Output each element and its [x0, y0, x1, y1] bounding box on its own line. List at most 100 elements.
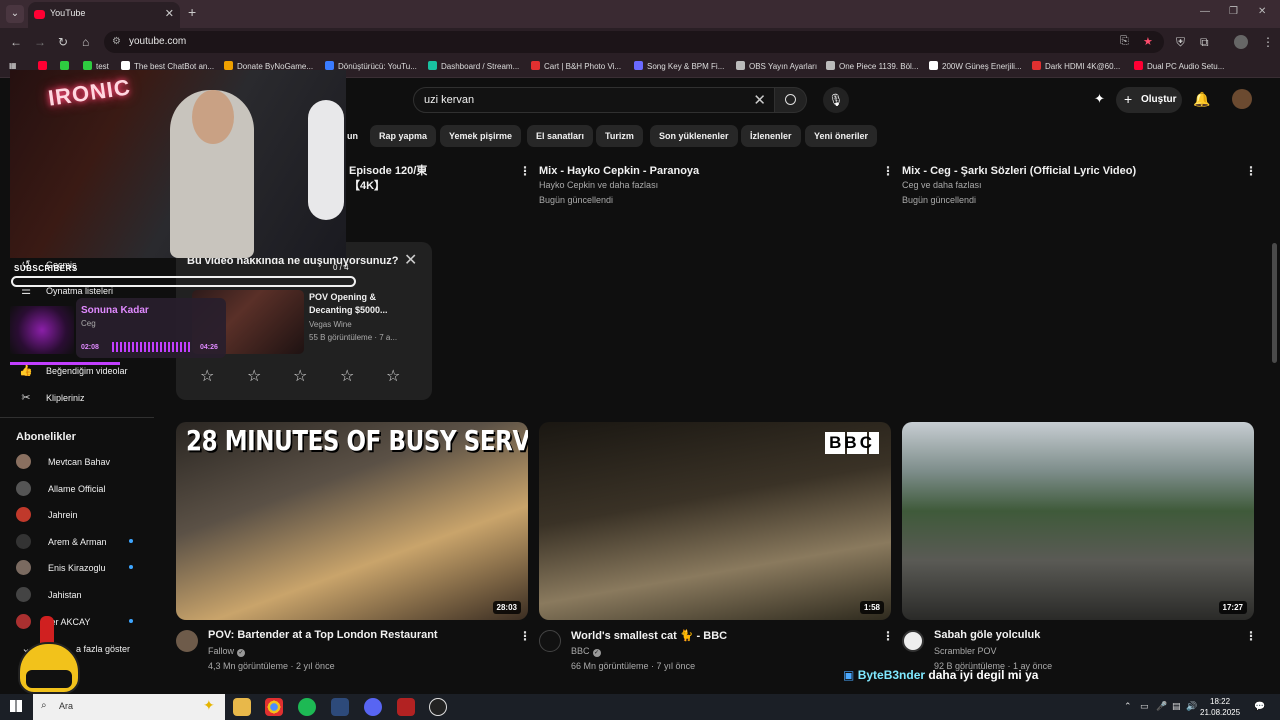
bookmark-label: Cart | B&H Photo Vi... [544, 62, 622, 71]
home-icon[interactable]: ⌂ [82, 35, 89, 49]
clear-search-icon[interactable]: ✕ [753, 91, 766, 109]
bookmark-item[interactable]: 200W Güneş Enerjili... [929, 61, 1022, 71]
spotify-icon[interactable] [298, 698, 316, 716]
voicemeeter-icon[interactable] [397, 698, 415, 716]
tray-icon[interactable]: ▭ [1140, 701, 1149, 712]
search-input[interactable]: uzi kervan [424, 94, 474, 106]
notifications-bell-icon[interactable]: 🔔 [1193, 91, 1210, 108]
network-icon[interactable]: ▤ [1172, 701, 1181, 712]
browser-menu-icon[interactable]: ⋮ [1262, 35, 1274, 49]
extension-shield-icon[interactable]: ⛨ [1176, 35, 1185, 50]
close-survey-icon[interactable]: ✕ [404, 250, 417, 270]
subscription-item[interactable]: Jahistan [16, 587, 82, 602]
subscription-item[interactable]: Enis Kirazoglu [16, 560, 106, 576]
survey-video-title[interactable]: POV Opening & Decanting $5000... [309, 291, 419, 317]
search-button[interactable] [775, 87, 807, 113]
search-box[interactable]: uzi kervan ✕ [413, 87, 775, 113]
sidebar-item-liked[interactable]: 👍 Beğendiğim videolar [18, 364, 127, 377]
create-button[interactable]: + Oluştur [1116, 87, 1182, 113]
forward-icon[interactable]: → [34, 35, 46, 49]
bookmark-item[interactable]: Dark HDMI 4K@60... [1032, 61, 1120, 71]
site-info-icon[interactable]: ⚙ [112, 36, 121, 47]
browser-tab[interactable]: YouTube ✕ [28, 2, 180, 28]
close-window-icon[interactable]: ✕ [1258, 6, 1266, 17]
rating-star-4-icon[interactable]: ☆ [340, 366, 354, 386]
knight-mascot [14, 616, 84, 696]
bookmark-item[interactable]: Cart | B&H Photo Vi... [531, 61, 621, 71]
more-options-icon[interactable]: ⋮ [519, 164, 531, 178]
channel-avatar[interactable] [539, 630, 561, 652]
app-icon[interactable] [331, 698, 349, 716]
voice-search-icon[interactable]: 🎙 [823, 87, 849, 113]
video-thumbnail[interactable]: 17:27 [902, 422, 1254, 620]
rating-star-3-icon[interactable]: ☆ [293, 366, 307, 386]
extensions-puzzle-icon[interactable]: ⧉ [1200, 35, 1209, 50]
file-explorer-icon[interactable] [233, 698, 251, 716]
video-channel[interactable]: Fallow ✓ [208, 646, 246, 657]
filter-chip[interactable]: Yemek pişirme [440, 125, 522, 147]
discord-icon[interactable] [364, 698, 382, 716]
more-options-icon[interactable]: ⋮ [882, 629, 894, 643]
filter-chip[interactable]: Yeni öneriler [805, 125, 878, 147]
video-channel[interactable]: Scrambler POV [934, 646, 997, 656]
video-channel[interactable]: BBC ✓ [571, 646, 601, 657]
restore-icon[interactable]: ❐ [1229, 6, 1238, 17]
install-app-icon[interactable]: ⎘ [1120, 35, 1129, 48]
apps-grid-icon[interactable]: ▦ [9, 61, 17, 70]
ai-sparkle-icon[interactable]: ✦ [1094, 91, 1105, 107]
volume-icon[interactable]: 🔊 [1186, 701, 1197, 712]
bookmark-item[interactable]: Dashboard / Stream... [428, 61, 519, 71]
filter-chip[interactable]: El sanatları [527, 125, 594, 147]
subscription-item[interactable]: Jahrein [16, 507, 78, 523]
top-video-title-3[interactable]: Mix - Ceg - Şarkı Sözleri (Official Lyri… [902, 164, 1136, 179]
channel-avatar[interactable] [902, 630, 924, 652]
video-title[interactable]: POV: Bartender at a Top London Restauran… [208, 629, 438, 641]
new-tab-icon[interactable]: + [188, 4, 196, 20]
filter-chip[interactable]: Turizm [596, 125, 643, 147]
notifications-icon[interactable]: 💬 [1254, 701, 1265, 712]
subscription-item[interactable]: Allame Official [16, 480, 105, 496]
video-title[interactable]: Sabah göle yolculuk [934, 629, 1040, 641]
filter-chip[interactable]: İzlenenler [741, 125, 801, 147]
obs-icon[interactable] [429, 698, 447, 716]
bookmark-item[interactable]: OBS Yayın Ayarları [736, 61, 817, 71]
video-title[interactable]: World's smallest cat 🐈 - BBC [571, 629, 727, 642]
top-video-title-1[interactable]: Episode 120/東 【4K】 [349, 164, 427, 194]
bookmark-item[interactable]: Song Key & BPM Fi... [634, 61, 724, 71]
address-bar[interactable]: ⚙ youtube.com ⎘ ★ [104, 31, 1164, 53]
bookmark-star-icon[interactable]: ★ [1143, 35, 1153, 48]
windows-start-icon[interactable] [10, 700, 22, 712]
more-options-icon[interactable]: ⋮ [1245, 164, 1257, 178]
filter-chip[interactable]: Rap yapma [370, 125, 437, 147]
more-options-icon[interactable]: ⋮ [1245, 629, 1257, 643]
more-options-icon[interactable]: ⋮ [519, 629, 531, 643]
subscription-item[interactable]: Mevtcan Bahav [16, 454, 110, 469]
reload-icon[interactable]: ↻ [58, 35, 68, 49]
subscription-item[interactable]: Arem & Arman [16, 533, 107, 549]
taskbar-search[interactable]: ⌕ Ara ✦ [33, 694, 225, 720]
tab-search-icon[interactable]: ⌄ [6, 5, 24, 23]
top-video-title-2[interactable]: Mix - Hayko Cepkin - Paranoya [539, 164, 699, 179]
taskbar-clock[interactable]: 18:22 21.08.2025 [1200, 696, 1240, 718]
video-thumbnail[interactable]: BBC 1:58 [539, 422, 891, 620]
bookmark-label: Dual PC Audio Setu... [1147, 62, 1225, 71]
back-icon[interactable]: ← [10, 35, 22, 49]
rating-star-1-icon[interactable]: ☆ [200, 366, 214, 386]
bookmark-item[interactable]: Dual PC Audio Setu... [1134, 61, 1224, 71]
account-avatar[interactable] [1232, 89, 1252, 109]
more-options-icon[interactable]: ⋮ [882, 164, 894, 178]
rating-star-2-icon[interactable]: ☆ [247, 366, 261, 386]
page-scrollbar[interactable] [1272, 243, 1277, 363]
channel-avatar[interactable] [176, 630, 198, 652]
profile-avatar[interactable] [1234, 35, 1248, 49]
tray-chevron-icon[interactable]: ⌃ [1124, 701, 1132, 712]
minimize-icon[interactable]: — [1200, 6, 1210, 17]
sidebar-item-clips[interactable]: ✂ Klipleriniz [18, 391, 84, 404]
close-tab-icon[interactable]: ✕ [165, 7, 174, 20]
microphone-icon[interactable]: 🎤 [1156, 701, 1167, 712]
video-thumbnail[interactable]: 28 MINUTES OF BUSY SERVICE 28:03 [176, 422, 528, 620]
filter-chip[interactable]: Son yüklenenler [650, 125, 738, 147]
chrome-icon[interactable] [265, 698, 283, 716]
rating-star-5-icon[interactable]: ☆ [386, 366, 400, 386]
bookmark-item[interactable]: One Piece 1139. Böl... [826, 61, 918, 71]
